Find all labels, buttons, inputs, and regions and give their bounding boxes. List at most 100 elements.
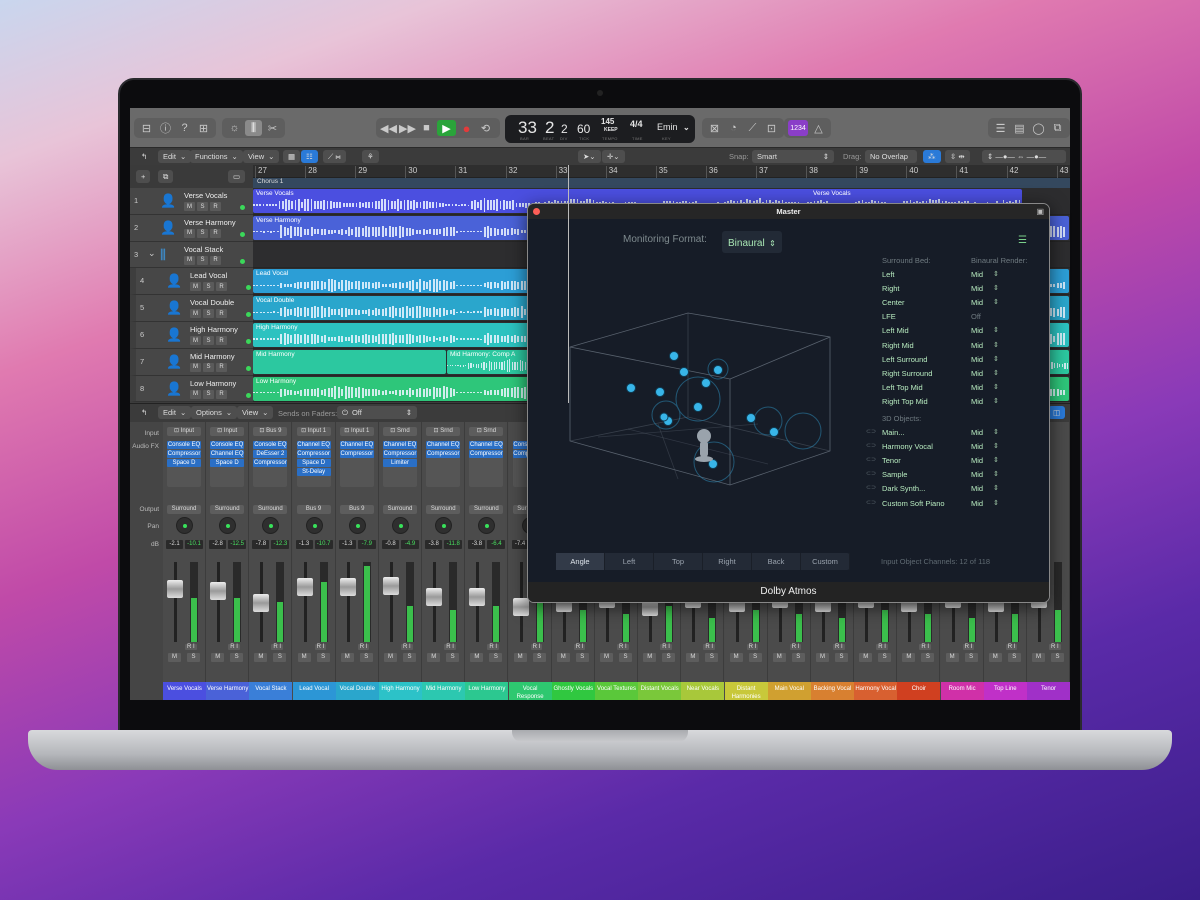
disclosure-chevron-icon[interactable]: ⌄ — [148, 248, 156, 259]
binaural-render-select[interactable]: Mid — [971, 284, 983, 293]
stepper-icon[interactable]: ⇕ — [993, 456, 999, 464]
audio-fx-plugin[interactable]: Console EQ — [210, 441, 245, 449]
audio-fx-plugin[interactable]: Compressor — [469, 450, 504, 458]
pan-knob[interactable] — [305, 517, 323, 534]
waveform-zoom-icon[interactable]: ⁂ — [923, 150, 941, 163]
flex-icon[interactable]: ⚘ — [362, 150, 379, 163]
binaural-render-select[interactable]: Mid — [971, 369, 983, 378]
volume-fader[interactable] — [210, 582, 227, 600]
audio-fx-plugin[interactable]: Console EQ — [253, 441, 288, 449]
3d-panner-view[interactable] — [558, 299, 838, 499]
fast-forward-icon[interactable]: ▶▶ — [399, 120, 416, 136]
channel-name[interactable]: Room Mic — [940, 682, 984, 700]
pan-knob[interactable] — [348, 517, 366, 534]
i-button[interactable]: I — [323, 644, 325, 650]
r-button[interactable]: R — [619, 644, 623, 650]
solo-button[interactable]: S — [575, 653, 589, 662]
stepper-icon[interactable]: ⇕ — [993, 397, 999, 405]
mute-button[interactable]: M — [1032, 653, 1045, 662]
r-button[interactable]: R — [662, 644, 666, 650]
pan-knob[interactable] — [478, 517, 496, 534]
stepper-icon[interactable]: ⇕ — [993, 326, 999, 334]
mute-button[interactable]: M — [384, 653, 397, 662]
volume-fader[interactable] — [512, 598, 529, 616]
solo-button[interactable]: S — [203, 389, 214, 399]
volume-readout[interactable]: -3.8 — [425, 540, 443, 549]
mute-button[interactable]: M — [902, 653, 916, 662]
monitoring-format-select[interactable]: Binaural ⇕ — [722, 231, 782, 253]
help-icon[interactable]: ? — [176, 120, 193, 136]
count-in-badge[interactable]: 1234 — [788, 120, 808, 136]
solo-button[interactable]: S — [203, 336, 214, 345]
output-slot[interactable]: Surround — [210, 505, 245, 514]
r-button[interactable]: R — [1051, 644, 1055, 650]
volume-readout[interactable]: -2.8 — [209, 540, 227, 549]
loops-icon[interactable]: ◯ — [1030, 120, 1047, 136]
track-header[interactable]: 7 👤 Mid Harmony MSR — [130, 348, 253, 376]
low-latency-icon[interactable]: ⊠ — [706, 120, 723, 136]
channel-name[interactable]: Verse Vocals — [163, 682, 206, 700]
i-button[interactable]: I — [755, 644, 757, 650]
stepper-icon[interactable]: ⇕ — [993, 499, 999, 507]
r-button[interactable]: R — [533, 644, 537, 650]
channel-name[interactable]: High Harmony — [379, 682, 422, 700]
channel-name[interactable]: Tenor — [1027, 682, 1070, 700]
track-name[interactable]: High Harmony — [190, 325, 238, 334]
audio-fx-plugin[interactable]: St-Delay — [296, 468, 331, 476]
solo-button[interactable]: S — [230, 653, 244, 662]
global-tracks-icon[interactable]: ▭ — [228, 170, 246, 183]
input-slot[interactable]: ⊡ Input — [167, 427, 201, 436]
chevron-down-icon[interactable]: ⌄ — [683, 123, 690, 132]
output-slot[interactable]: Surround — [253, 505, 288, 514]
binaural-render-select[interactable]: Mid — [971, 499, 983, 508]
duplicate-track-icon[interactable]: ⧉ — [158, 170, 174, 183]
i-button[interactable]: I — [495, 644, 497, 650]
input-slot[interactable]: ⊡ Input — [210, 427, 245, 436]
record-input-buttons[interactable]: R I — [228, 644, 240, 650]
volume-readout[interactable]: -1.3 — [295, 540, 313, 549]
snap-select[interactable]: Smart ⇕ — [752, 150, 834, 163]
binaural-render-select[interactable]: Mid — [971, 341, 983, 350]
mixer-edit-menu[interactable]: Edit ⌄ — [158, 406, 192, 419]
r-button[interactable]: R — [749, 644, 753, 650]
solo-button[interactable]: S — [203, 362, 214, 372]
solo-button[interactable]: S — [197, 228, 208, 238]
output-slot[interactable]: Bus 9 — [296, 505, 331, 514]
stepper-icon[interactable]: ⇕ — [993, 341, 999, 349]
mute-button[interactable]: M — [190, 309, 201, 319]
cycle-icon[interactable]: ⟲ — [477, 120, 494, 136]
channel-name[interactable]: Vocal Textures — [595, 682, 638, 700]
stepper-icon[interactable]: ⇕ — [993, 470, 999, 478]
play-button[interactable]: ▶ — [437, 120, 456, 136]
tab-left[interactable]: Left — [605, 553, 654, 570]
r-button[interactable]: R — [878, 644, 882, 650]
mute-button[interactable]: M — [184, 202, 195, 211]
lcd-display[interactable]: 33 BAR 2 BEAT 2 DIV 60 TICK 145 KEEP TEM… — [505, 115, 695, 143]
audio-fx-plugin[interactable]: Space D — [210, 459, 245, 467]
audio-fx-plugin[interactable]: Console EQ — [167, 441, 201, 449]
audio-fx-plugin[interactable]: Space D — [296, 459, 331, 467]
r-button[interactable]: R — [230, 644, 234, 650]
channel-name[interactable]: Vocal Stack — [249, 682, 293, 700]
audio-fx-plugin[interactable]: Channel EQ — [383, 441, 417, 449]
binaural-render-select[interactable]: Mid — [971, 397, 983, 406]
r-button[interactable]: R — [835, 644, 839, 650]
solo-button[interactable]: S — [403, 653, 416, 662]
channel-name[interactable]: Mid Harmony — [422, 682, 466, 700]
solo-button[interactable]: S — [748, 653, 762, 662]
output-slot[interactable]: Surround — [469, 505, 504, 514]
record-input-buttons[interactable]: R I — [185, 644, 197, 650]
link-icon[interactable]: ⊂⊃ — [866, 499, 876, 506]
sends-on-faders-select[interactable]: ⏻ Off ⇕ — [337, 406, 417, 419]
tab-back[interactable]: Back — [752, 553, 801, 570]
binaural-render-select[interactable]: Mid — [971, 383, 983, 392]
audio-fx-plugin[interactable]: Limiter — [383, 459, 417, 467]
output-slot[interactable]: Surround — [167, 505, 201, 514]
zoom-sliders[interactable]: ⇕ —●— ⇔ —●— — [982, 150, 1066, 163]
mixer-layout-icon[interactable]: ◫ — [1048, 406, 1066, 419]
solo-button[interactable]: S — [1051, 653, 1064, 662]
solo-button[interactable]: S — [835, 653, 848, 662]
mute-button[interactable]: M — [190, 389, 201, 399]
mute-button[interactable]: M — [184, 255, 195, 265]
info-icon[interactable]: ⓘ — [157, 120, 174, 136]
